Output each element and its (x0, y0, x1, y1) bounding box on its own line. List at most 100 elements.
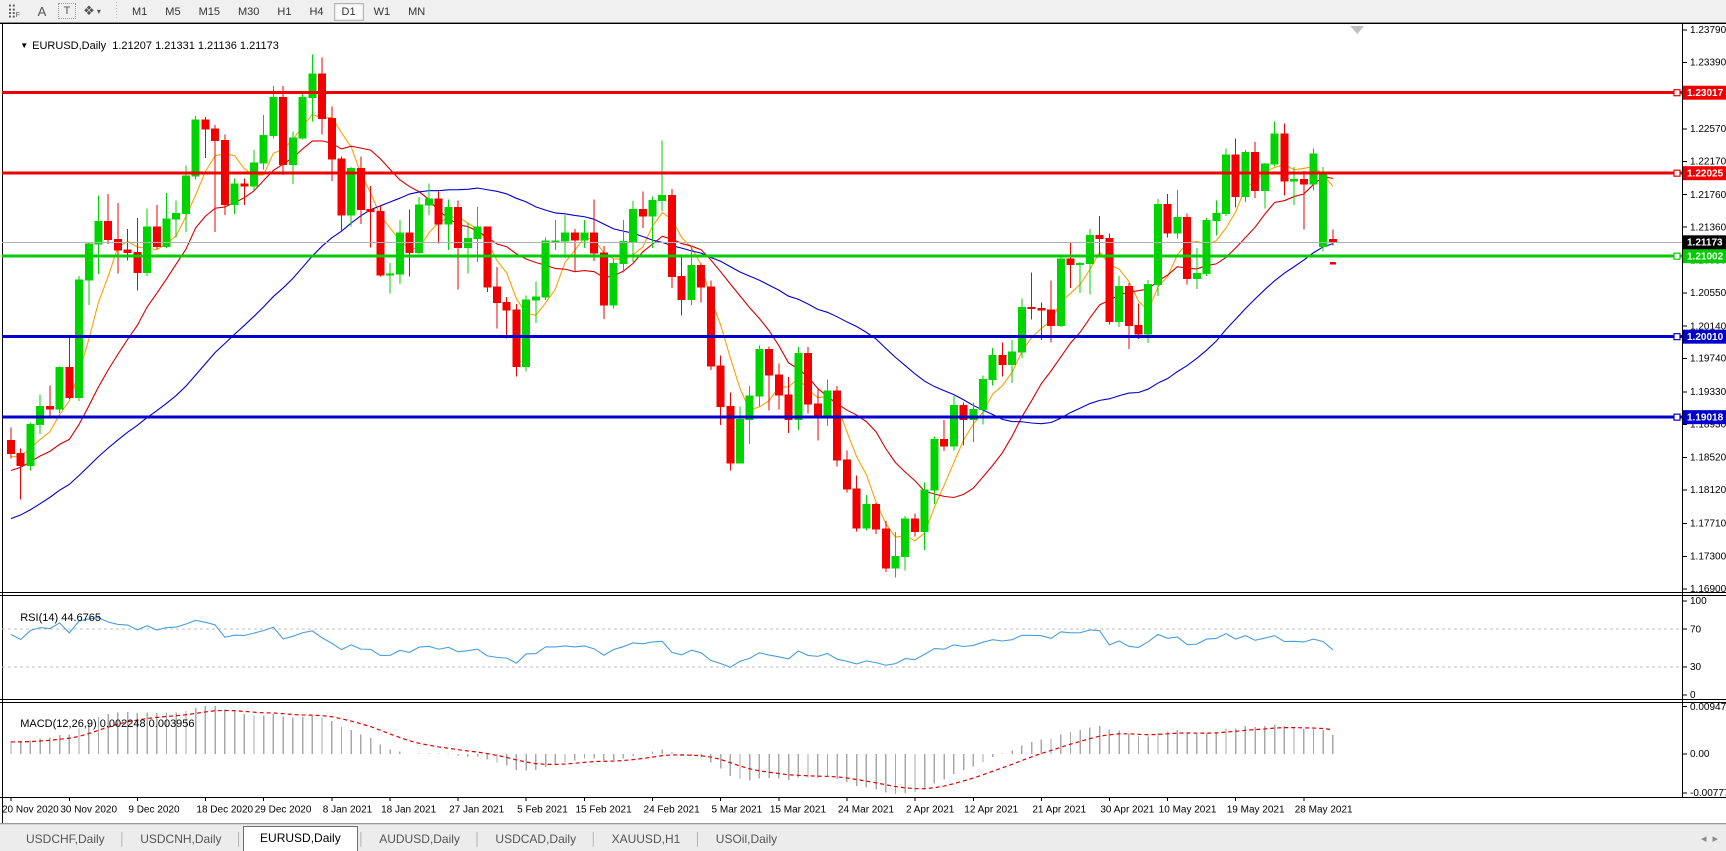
tab-scroll-right-icon[interactable]: ▸ (1712, 832, 1718, 845)
chart-canvas[interactable]: 1.237901.233901.229801.225701.221701.217… (0, 0, 1726, 851)
candle-body-bull (270, 97, 277, 135)
candle-body-bull (1077, 264, 1084, 265)
candle-body-bull (1057, 259, 1064, 326)
candle-body-bear (1067, 259, 1074, 265)
current-price-label: 1.21173 (1687, 237, 1723, 248)
candle-body-bull (1086, 235, 1093, 263)
candle-body-bear (591, 233, 598, 253)
candle-body-bear (280, 97, 287, 164)
hline-price-label: 1.19018 (1687, 412, 1724, 423)
date-label: 15 Feb 2021 (575, 805, 632, 816)
candle-body-bull (56, 368, 63, 409)
mt4-window: ⣿F A T ❖▾ M1M5M15M30H1H4D1W1MN 1.237901.… (0, 0, 1726, 851)
candle-body-bear (873, 505, 880, 529)
candle-body-bull (795, 354, 802, 420)
macd-tick-label: -0.007778 (1690, 788, 1726, 799)
candle-body-bear (1164, 204, 1171, 232)
candle-body-bear (357, 169, 364, 210)
candle-body-bear (853, 489, 860, 528)
rsi-indicator-label: RSI(14) 44.6765 (8, 600, 101, 636)
candle-body-bull (1291, 179, 1298, 181)
chart-shift-marker-icon[interactable] (1350, 26, 1364, 34)
tab-separator: │ (474, 828, 482, 851)
tab-usdcad[interactable]: USDCAD,Daily (481, 828, 590, 851)
collapse-triangle-icon[interactable]: ▼ (20, 41, 28, 50)
candle-body-bull (532, 297, 539, 300)
candle-body-bull (260, 135, 267, 163)
candle-body-bear (202, 120, 209, 129)
candle-body-bull (1320, 173, 1327, 247)
tab-scroll-left-icon[interactable]: ◂ (1701, 832, 1707, 845)
candle-body-bear (1096, 235, 1103, 238)
candle-body-bear (124, 250, 131, 252)
candle-body-bear (319, 74, 326, 119)
candle-body-bull (980, 380, 987, 410)
candle-body-bull (921, 490, 928, 531)
candle-body-bull (348, 169, 355, 215)
candle-body-bear (668, 196, 675, 277)
tab-usoil[interactable]: USOil,Daily (702, 828, 791, 851)
candle-body-bear (455, 208, 462, 248)
rsi-tick-label: 30 (1690, 662, 1702, 673)
tab-separator: │ (236, 828, 244, 851)
candle-body-bear (1184, 217, 1191, 278)
candle-body-bull (1174, 217, 1181, 232)
date-label: 18 Dec 2020 (196, 805, 253, 816)
price-tick-label: 1.23790 (1690, 25, 1726, 36)
candle-body-bull (1018, 307, 1025, 352)
candle-body-bear (727, 406, 734, 463)
candle-body-bull (542, 241, 549, 297)
tab-usdcnh[interactable]: USDCNH,Daily (126, 828, 235, 851)
candle-body-bear (435, 199, 442, 224)
candle-body-bear (105, 221, 112, 239)
tab-separator: │ (694, 828, 702, 851)
candle-body-bull (1193, 273, 1200, 278)
price-tick-label: 1.21760 (1690, 190, 1726, 201)
tab-eurusd[interactable]: EURUSD,Daily (243, 826, 358, 851)
candle-body-bull (1009, 352, 1016, 364)
candle-body-bear (1252, 153, 1259, 191)
date-label: 27 Jan 2021 (449, 805, 504, 816)
candle-body-bear (571, 233, 578, 240)
candle-body-bull (474, 227, 481, 238)
candle-body-bull (1203, 221, 1210, 274)
tab-usdchf[interactable]: USDCHF,Daily (12, 828, 119, 851)
candle-body-bull (892, 557, 899, 568)
date-label: 15 Mar 2021 (770, 805, 827, 816)
date-label: 30 Nov 2020 (60, 805, 117, 816)
candle-body-bear (328, 118, 335, 159)
date-label: 20 Nov 2020 (2, 805, 59, 816)
candle-body-bull (1223, 155, 1230, 213)
macd-tick-label: 0.009478 (1690, 702, 1726, 713)
rsi-tick-label: 100 (1690, 596, 1707, 607)
price-tick-label: 1.17300 (1690, 552, 1726, 563)
macd-indicator-label: MACD(12,26,9) 0.002248 0.003956 (8, 706, 195, 742)
candle-body-bear (707, 287, 714, 366)
candle-body-bear (882, 529, 889, 568)
macd-name: MACD(12,26,9) (20, 718, 96, 730)
hline-handle (1674, 90, 1680, 96)
macd-values: 0.002248 0.003956 (100, 718, 195, 730)
candle-body-bull (1261, 164, 1268, 191)
candle-body-bear (775, 375, 782, 395)
hline-handle (1674, 170, 1680, 176)
candle-body-bull (1154, 204, 1161, 284)
candle-body-bull (581, 233, 588, 240)
tab-audusd[interactable]: AUDUSD,Daily (365, 828, 474, 851)
candle-body-bull (95, 221, 102, 244)
candle-body-bull (1271, 134, 1278, 164)
rsi-name: RSI(14) (20, 612, 58, 624)
price-tick-label: 1.22170 (1690, 157, 1726, 168)
date-label: 5 Feb 2021 (517, 805, 568, 816)
date-label: 10 May 2021 (1159, 805, 1217, 816)
candle-body-bull (552, 241, 559, 242)
tab-xauusd[interactable]: XAUUSD,H1 (598, 828, 695, 851)
tab-separator: │ (590, 828, 598, 851)
candle-body-bull (464, 239, 471, 248)
price-tick-label: 1.16900 (1690, 584, 1726, 595)
candle-body-bull (182, 176, 189, 213)
candle-body-bear (338, 159, 345, 215)
candle-body-bear (698, 265, 705, 287)
date-label: 30 Apr 2021 (1100, 805, 1154, 816)
candle-body-bull (396, 233, 403, 274)
